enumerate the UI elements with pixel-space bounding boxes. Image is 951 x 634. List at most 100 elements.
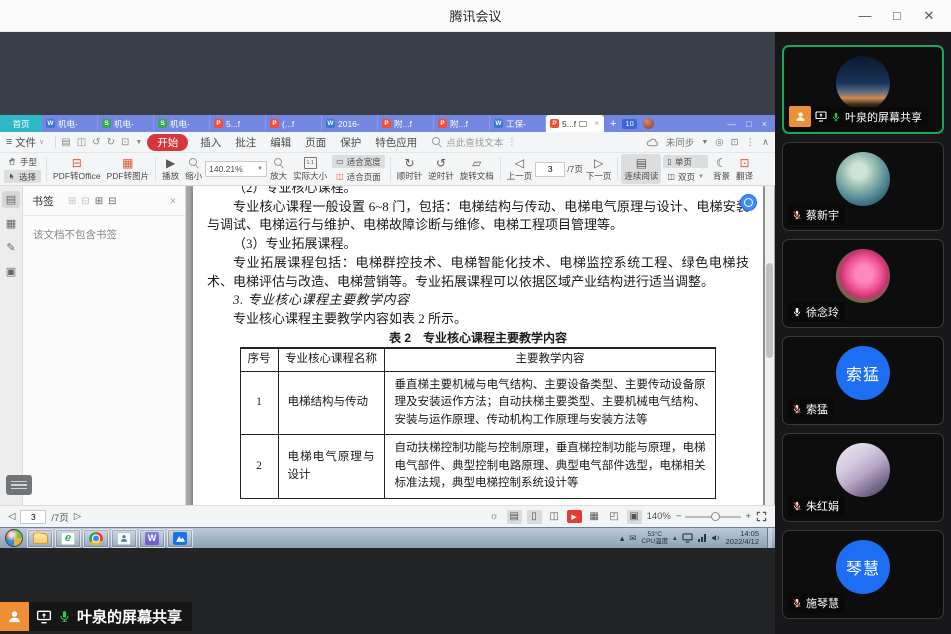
- participant-tile[interactable]: 叶泉的屏幕共享: [782, 45, 944, 134]
- clipboard-panel-icon[interactable]: ▣: [2, 263, 20, 280]
- wps-close-button[interactable]: ×: [762, 119, 767, 129]
- slideshow-play-icon[interactable]: ▶: [567, 510, 582, 523]
- participant-tile[interactable]: 琴慧 施琴慧: [782, 530, 944, 619]
- remove-bookmark-icon[interactable]: ⊟: [108, 196, 116, 207]
- collapse-ribbon-icon[interactable]: ∧: [762, 137, 769, 148]
- double-page-button[interactable]: ◫双页▼: [663, 170, 708, 183]
- maximize-button[interactable]: □: [883, 8, 911, 24]
- wps-doc-tab-3[interactable]: S机电-: [154, 115, 210, 132]
- zoom-out-button[interactable]: 缩小: [182, 154, 205, 184]
- file-menu[interactable]: ≡ 文件 ∨: [6, 135, 44, 150]
- status-next-page-icon[interactable]: ▷: [74, 511, 81, 522]
- tray-expand-icon[interactable]: ▴: [673, 534, 677, 542]
- rotate-doc-button[interactable]: ▱旋转文档: [457, 154, 497, 184]
- search-more-icon[interactable]: ⋮: [507, 137, 517, 148]
- network-signal-icon[interactable]: [698, 534, 706, 542]
- apps-count-badge[interactable]: 10: [622, 119, 636, 129]
- tray-chevron-icon[interactable]: ▴: [620, 533, 624, 544]
- tab-close-icon[interactable]: ×: [594, 119, 599, 128]
- play-button[interactable]: ▶播放: [159, 154, 182, 184]
- start-button[interactable]: [5, 529, 23, 547]
- vertical-scrollbar[interactable]: [765, 186, 774, 505]
- cpu-temperature[interactable]: 53°C CPU温度: [641, 531, 668, 546]
- taskbar-explorer-button[interactable]: [27, 529, 53, 548]
- zoom-level-combobox[interactable]: 140.21%▼: [205, 161, 267, 177]
- comment-bubble-icon[interactable]: ⊡: [731, 137, 739, 148]
- continuous-read-button[interactable]: ▤连续阅读: [621, 154, 661, 184]
- rotate-cw-button[interactable]: ↻顺时针: [394, 154, 426, 184]
- taskbar-wps-button[interactable]: W: [139, 529, 165, 548]
- zoom-minus-icon[interactable]: −: [676, 511, 682, 522]
- bookmarks-panel-icon[interactable]: ▤: [2, 191, 20, 208]
- taskbar-qq-button[interactable]: [111, 529, 137, 548]
- hand-tool-button[interactable]: 手型: [4, 155, 41, 168]
- save-icon[interactable]: ▤: [61, 137, 70, 148]
- export-icon[interactable]: ⊡: [121, 137, 129, 148]
- sync-status[interactable]: 未同步: [666, 135, 695, 149]
- redo-icon[interactable]: ↻: [107, 137, 115, 148]
- tray-monitor-icon[interactable]: [682, 533, 693, 543]
- close-button[interactable]: ✕: [915, 8, 943, 24]
- minimize-button[interactable]: —: [851, 8, 879, 24]
- zoom-slider-track[interactable]: [685, 516, 741, 518]
- page-fit-icon[interactable]: ▣: [627, 510, 642, 524]
- menu-tab-edit[interactable]: 编辑: [270, 135, 291, 150]
- wps-doc-tab-active[interactable]: P 5...f ×: [546, 115, 604, 132]
- taskbar-browser-button[interactable]: e: [55, 529, 81, 548]
- history-icon[interactable]: ◎: [715, 137, 723, 148]
- add-bookmark-icon[interactable]: ⊞: [95, 196, 103, 207]
- wps-doc-tab-4[interactable]: P5...f: [210, 115, 266, 132]
- wps-minimize-button[interactable]: —: [727, 119, 736, 129]
- menu-tab-page[interactable]: 页面: [305, 135, 326, 150]
- background-button[interactable]: ☾背景: [710, 154, 733, 184]
- zoom-slider-knob[interactable]: [711, 512, 720, 521]
- expand-all-icon[interactable]: ⊞: [68, 196, 76, 207]
- collapse-all-icon[interactable]: ⊟: [81, 196, 89, 207]
- translate-button[interactable]: ⊡翻译: [733, 154, 756, 184]
- pdf-to-office-button[interactable]: ⊟PDF转Office: [50, 154, 104, 184]
- wps-doc-tab-1[interactable]: W机电-: [42, 115, 98, 132]
- wps-home-tab[interactable]: 首页: [0, 115, 42, 132]
- show-desktop-button[interactable]: [767, 528, 772, 549]
- find-text-box[interactable]: 点此查找文本 ⋮: [432, 135, 517, 149]
- taskbar-clock[interactable]: 14:05 2022/4/12: [726, 530, 759, 547]
- grid-view-icon[interactable]: ▦: [587, 510, 602, 524]
- menu-tab-home[interactable]: 开始: [147, 134, 188, 151]
- menu-tab-comment[interactable]: 批注: [235, 135, 256, 150]
- continuous-layout-icon[interactable]: ▤: [507, 510, 522, 524]
- document-viewport[interactable]: （2）专业核心课程。 专业核心课程一般设置 6~8 门，包括：电梯结构与传动、电…: [186, 186, 775, 505]
- fullscreen-icon[interactable]: [756, 511, 767, 522]
- volume-icon[interactable]: [711, 533, 721, 543]
- participant-tile[interactable]: 朱红娟: [782, 433, 944, 522]
- undo-icon[interactable]: ↺: [92, 137, 100, 148]
- wps-doc-tab-5[interactable]: P(...f: [266, 115, 322, 132]
- actual-size-button[interactable]: 1:1实际大小: [290, 154, 330, 184]
- menu-tab-protect[interactable]: 保护: [340, 135, 361, 150]
- double-layout-icon[interactable]: ◫: [547, 510, 562, 524]
- wps-account-avatar[interactable]: [643, 118, 654, 129]
- zoom-plus-icon[interactable]: +: [745, 511, 751, 522]
- participant-tile[interactable]: 蔡新宇: [782, 142, 944, 231]
- wps-doc-tab-6[interactable]: W2016-: [322, 115, 378, 132]
- fit-page-button[interactable]: ◫适合页面: [332, 170, 385, 183]
- wps-restore-button[interactable]: □: [746, 119, 751, 129]
- menu-tab-insert[interactable]: 插入: [200, 135, 221, 150]
- scrollbar-thumb[interactable]: [766, 263, 773, 359]
- participant-tile[interactable]: 索猛 索猛: [782, 336, 944, 425]
- reading-widget[interactable]: [6, 475, 32, 495]
- more-menu-icon[interactable]: ⋮: [746, 137, 756, 148]
- floating-assistant-button[interactable]: [740, 194, 757, 211]
- annotate-panel-icon[interactable]: ✎: [2, 239, 20, 256]
- print-icon[interactable]: ◫: [77, 137, 86, 148]
- prev-page-button[interactable]: ◁上一页: [504, 154, 536, 184]
- thumbnail-panel-icon[interactable]: ▦: [2, 215, 20, 232]
- wps-doc-tab-7[interactable]: P附...f: [378, 115, 434, 132]
- close-panel-icon[interactable]: ×: [170, 196, 176, 207]
- select-tool-button[interactable]: 选择: [4, 170, 41, 183]
- wps-doc-tab-2[interactable]: S机电-: [98, 115, 154, 132]
- eye-protect-icon[interactable]: ☼: [487, 510, 502, 524]
- status-page-input[interactable]: [20, 510, 46, 524]
- menu-tab-special[interactable]: 特色应用: [375, 135, 417, 150]
- more-tools-icon[interactable]: ▼: [135, 139, 142, 146]
- wps-doc-tab-9[interactable]: W工保-: [490, 115, 546, 132]
